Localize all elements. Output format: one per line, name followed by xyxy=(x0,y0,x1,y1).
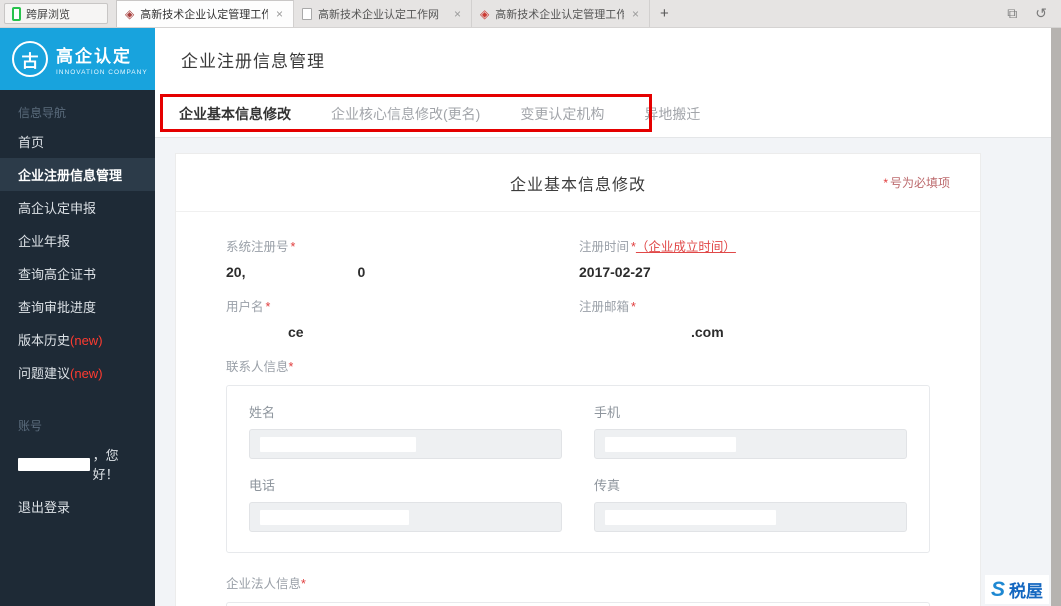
username-value: ce xyxy=(288,324,579,340)
undo-refresh-icon[interactable]: ↺ xyxy=(1035,5,1047,22)
contact-phone-input[interactable] xyxy=(249,502,562,532)
email-value: .com xyxy=(691,324,930,340)
form-card: 企业基本信息修改 *号为必填项 系统注册号* 20,0 注册时间*（企业成立时间… xyxy=(175,153,981,606)
sidebar-item-query-certificate[interactable]: 查询高企证书 xyxy=(0,257,155,290)
field-system-reg-no: 系统注册号* 20,0 xyxy=(226,236,579,280)
content-area: 企业基本信息修改 *号为必填项 系统注册号* 20,0 注册时间*（企业成立时间… xyxy=(155,138,1061,606)
logo-icon: 古 xyxy=(12,41,48,77)
new-badge: (new) xyxy=(70,333,103,348)
logo-subtitle: INNOVATION COMPANY xyxy=(56,69,148,76)
system-reg-no-value: 20,0 xyxy=(226,264,579,280)
page-tab-bar: 企业基本信息修改 企业核心信息修改(更名) 变更认定机构 异地搬迁 xyxy=(155,90,1061,138)
new-tab-button[interactable]: + xyxy=(650,5,679,22)
tab-basic-info-edit[interactable]: 企业基本信息修改 xyxy=(179,104,291,124)
sidebar-item-certification-apply[interactable]: 高企认定申报 xyxy=(0,191,155,224)
cross-screen-browse-button[interactable]: 跨屏浏览 xyxy=(4,3,108,24)
tab-title: 高新技术企业认定管理工作网 xyxy=(140,6,268,22)
account-section-header: 账号 xyxy=(0,403,155,438)
site-favicon-icon: ◈ xyxy=(125,8,134,20)
main-area: 企业注册信息管理 企业基本信息修改 企业核心信息修改(更名) 变更认定机构 异地… xyxy=(155,28,1061,606)
watermark-text: 税屋 xyxy=(1009,577,1043,602)
redaction xyxy=(260,510,409,525)
logo-title: 高企认定 xyxy=(56,42,148,67)
reg-time-value: 2017-02-27 xyxy=(579,264,930,280)
legal-section-label: 企业法人信息* xyxy=(226,573,930,592)
field-contact-fax: 传真 xyxy=(594,475,907,532)
sidebar-item-version-history[interactable]: 版本历史(new) xyxy=(0,323,155,356)
site-favicon-icon: ◈ xyxy=(480,8,489,20)
browser-tab-bar: 跨屏浏览 ◈ 高新技术企业认定管理工作网 × 高新技术企业认定工作网 × ◈ 高… xyxy=(0,0,1061,28)
sidebar-item-feedback[interactable]: 问题建议(new) xyxy=(0,356,155,389)
reg-time-note: （企业成立时间） xyxy=(636,240,736,254)
tab-title: 高新技术企业认定工作网 xyxy=(318,6,446,22)
field-reg-time: 注册时间*（企业成立时间） 2017-02-27 xyxy=(579,236,930,280)
close-icon[interactable]: × xyxy=(274,7,285,21)
sidebar-item-home[interactable]: 首页 xyxy=(0,125,155,158)
tab-relocation[interactable]: 异地搬迁 xyxy=(644,104,700,124)
new-badge: (new) xyxy=(70,366,103,381)
redaction xyxy=(260,437,416,452)
contact-mobile-input[interactable] xyxy=(594,429,907,459)
logout-button[interactable]: 退出登录 xyxy=(0,490,155,523)
field-email: 注册邮箱* .com xyxy=(579,296,930,340)
capture-window-icon[interactable]: ⧉ xyxy=(1007,5,1017,22)
tab-title: 高新技术企业认定管理工作网 xyxy=(495,6,624,22)
screen: 跨屏浏览 ◈ 高新技术企业认定管理工作网 × 高新技术企业认定工作网 × ◈ 高… xyxy=(0,0,1061,606)
redaction xyxy=(605,437,736,452)
page-title: 企业注册信息管理 xyxy=(155,28,1061,90)
redaction xyxy=(605,510,776,525)
sidebar: 古 高企认定 INNOVATION COMPANY 信息导航 首页 企业注册信息… xyxy=(0,28,155,606)
close-icon[interactable]: × xyxy=(452,7,463,21)
tab-core-info-edit[interactable]: 企业核心信息修改(更名) xyxy=(331,104,480,124)
field-contact-name: 姓名 xyxy=(249,402,562,459)
contact-name-input[interactable] xyxy=(249,429,562,459)
app-logo: 古 高企认定 INNOVATION COMPANY xyxy=(0,28,155,90)
contact-section-box: 姓名 手机 电话 xyxy=(226,385,930,553)
field-contact-mobile: 手机 xyxy=(594,402,907,459)
browser-tab-2[interactable]: 高新技术企业认定工作网 × xyxy=(294,0,472,27)
nav-section-header: 信息导航 xyxy=(0,90,155,125)
contact-fax-input[interactable] xyxy=(594,502,907,532)
sidebar-item-annual-report[interactable]: 企业年报 xyxy=(0,224,155,257)
contact-section-label: 联系人信息* xyxy=(226,356,930,375)
sidebar-item-registration-info[interactable]: 企业注册信息管理 xyxy=(0,158,155,191)
field-username: 用户名* ce xyxy=(226,296,579,340)
home-tab-label: 跨屏浏览 xyxy=(26,6,70,22)
shuiwu-watermark: S 税屋 xyxy=(985,575,1049,604)
form-title: 企业基本信息修改 xyxy=(510,171,646,195)
browser-tab-3[interactable]: ◈ 高新技术企业认定管理工作网 × xyxy=(472,0,650,27)
browser-tab-1[interactable]: ◈ 高新技术企业认定管理工作网 × xyxy=(116,0,294,27)
required-note: *号为必填项 xyxy=(883,174,950,191)
tab-change-authority[interactable]: 变更认定机构 xyxy=(520,104,604,124)
close-icon[interactable]: × xyxy=(630,7,641,21)
account-greeting: ，您好！ xyxy=(0,438,155,490)
redaction xyxy=(18,458,90,471)
scrollbar[interactable] xyxy=(1051,28,1061,606)
sidebar-item-query-approval[interactable]: 查询审批进度 xyxy=(0,290,155,323)
phone-icon xyxy=(12,7,21,21)
page-favicon-icon xyxy=(302,8,312,20)
field-contact-phone: 电话 xyxy=(249,475,562,532)
shuiwu-logo-icon: S xyxy=(991,579,1005,600)
legal-section-box: 电话 传真 xyxy=(226,602,930,606)
